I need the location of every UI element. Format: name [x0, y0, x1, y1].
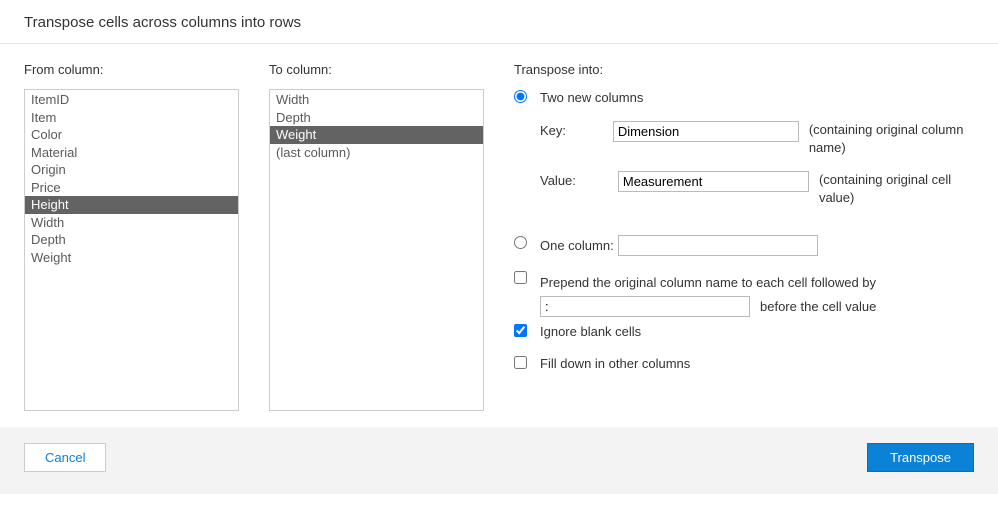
from-list-item[interactable]: Item — [25, 109, 238, 127]
to-list-item[interactable]: Width — [270, 91, 483, 109]
to-column-label: To column: — [269, 62, 484, 77]
key-field-row: Key: (containing original column name) — [540, 121, 974, 157]
dialog-footer: Cancel Transpose — [0, 427, 998, 494]
to-column-section: To column: WidthDepthWeight(last column) — [269, 62, 484, 411]
to-list-item[interactable]: Depth — [270, 109, 483, 127]
from-list-item[interactable]: Price — [25, 179, 238, 197]
value-field-row: Value: (containing original cell value) — [540, 171, 974, 207]
from-column-listbox[interactable]: ItemIDItemColorMaterialOriginPriceHeight… — [24, 89, 239, 411]
from-list-item[interactable]: Height — [25, 196, 238, 214]
dialog-title: Transpose cells across columns into rows — [0, 0, 998, 44]
from-list-item[interactable]: Origin — [25, 161, 238, 179]
prepend-separator-input[interactable] — [540, 296, 750, 317]
cancel-button[interactable]: Cancel — [24, 443, 106, 472]
from-list-item[interactable]: Depth — [25, 231, 238, 249]
from-list-item[interactable]: Material — [25, 144, 238, 162]
one-column-radio[interactable] — [514, 236, 527, 249]
prepend-checkbox[interactable] — [514, 271, 527, 284]
one-column-label: One column: — [540, 237, 614, 255]
to-list-item[interactable]: Weight — [270, 126, 483, 144]
from-column-label: From column: — [24, 62, 239, 77]
ignore-blank-label: Ignore blank cells — [540, 323, 974, 341]
transpose-button[interactable]: Transpose — [867, 443, 974, 472]
to-column-listbox[interactable]: WidthDepthWeight(last column) — [269, 89, 484, 411]
from-column-section: From column: ItemIDItemColorMaterialOrig… — [24, 62, 239, 411]
prepend-label: Prepend the original column name to each… — [540, 274, 974, 292]
fill-down-label: Fill down in other columns — [540, 355, 974, 373]
two-columns-label: Two new columns — [540, 89, 974, 107]
transpose-options-section: Transpose into: Two new columns Key: (co… — [514, 62, 974, 387]
ignore-blank-option: Ignore blank cells — [514, 323, 974, 341]
prepend-after-label: before the cell value — [760, 299, 876, 314]
one-column-input[interactable] — [618, 235, 818, 256]
key-hint: (containing original column name) — [809, 121, 974, 157]
value-label: Value: — [540, 171, 618, 188]
from-list-item[interactable]: ItemID — [25, 91, 238, 109]
key-input[interactable] — [613, 121, 799, 142]
ignore-blank-checkbox[interactable] — [514, 324, 527, 337]
fill-down-option: Fill down in other columns — [514, 355, 974, 373]
from-list-item[interactable]: Color — [25, 126, 238, 144]
key-label: Key: — [540, 121, 613, 138]
to-list-item[interactable]: (last column) — [270, 144, 483, 162]
one-column-option: One column: — [514, 235, 974, 256]
dialog-body: From column: ItemIDItemColorMaterialOrig… — [0, 44, 998, 419]
value-input[interactable] — [618, 171, 809, 192]
two-columns-option: Two new columns Key: (containing origina… — [514, 89, 974, 221]
two-columns-radio[interactable] — [514, 90, 527, 103]
value-hint: (containing original cell value) — [819, 171, 974, 207]
from-list-item[interactable]: Weight — [25, 249, 238, 267]
transpose-into-label: Transpose into: — [514, 62, 974, 77]
fill-down-checkbox[interactable] — [514, 356, 527, 369]
prepend-option: Prepend the original column name to each… — [514, 270, 974, 317]
from-list-item[interactable]: Width — [25, 214, 238, 232]
